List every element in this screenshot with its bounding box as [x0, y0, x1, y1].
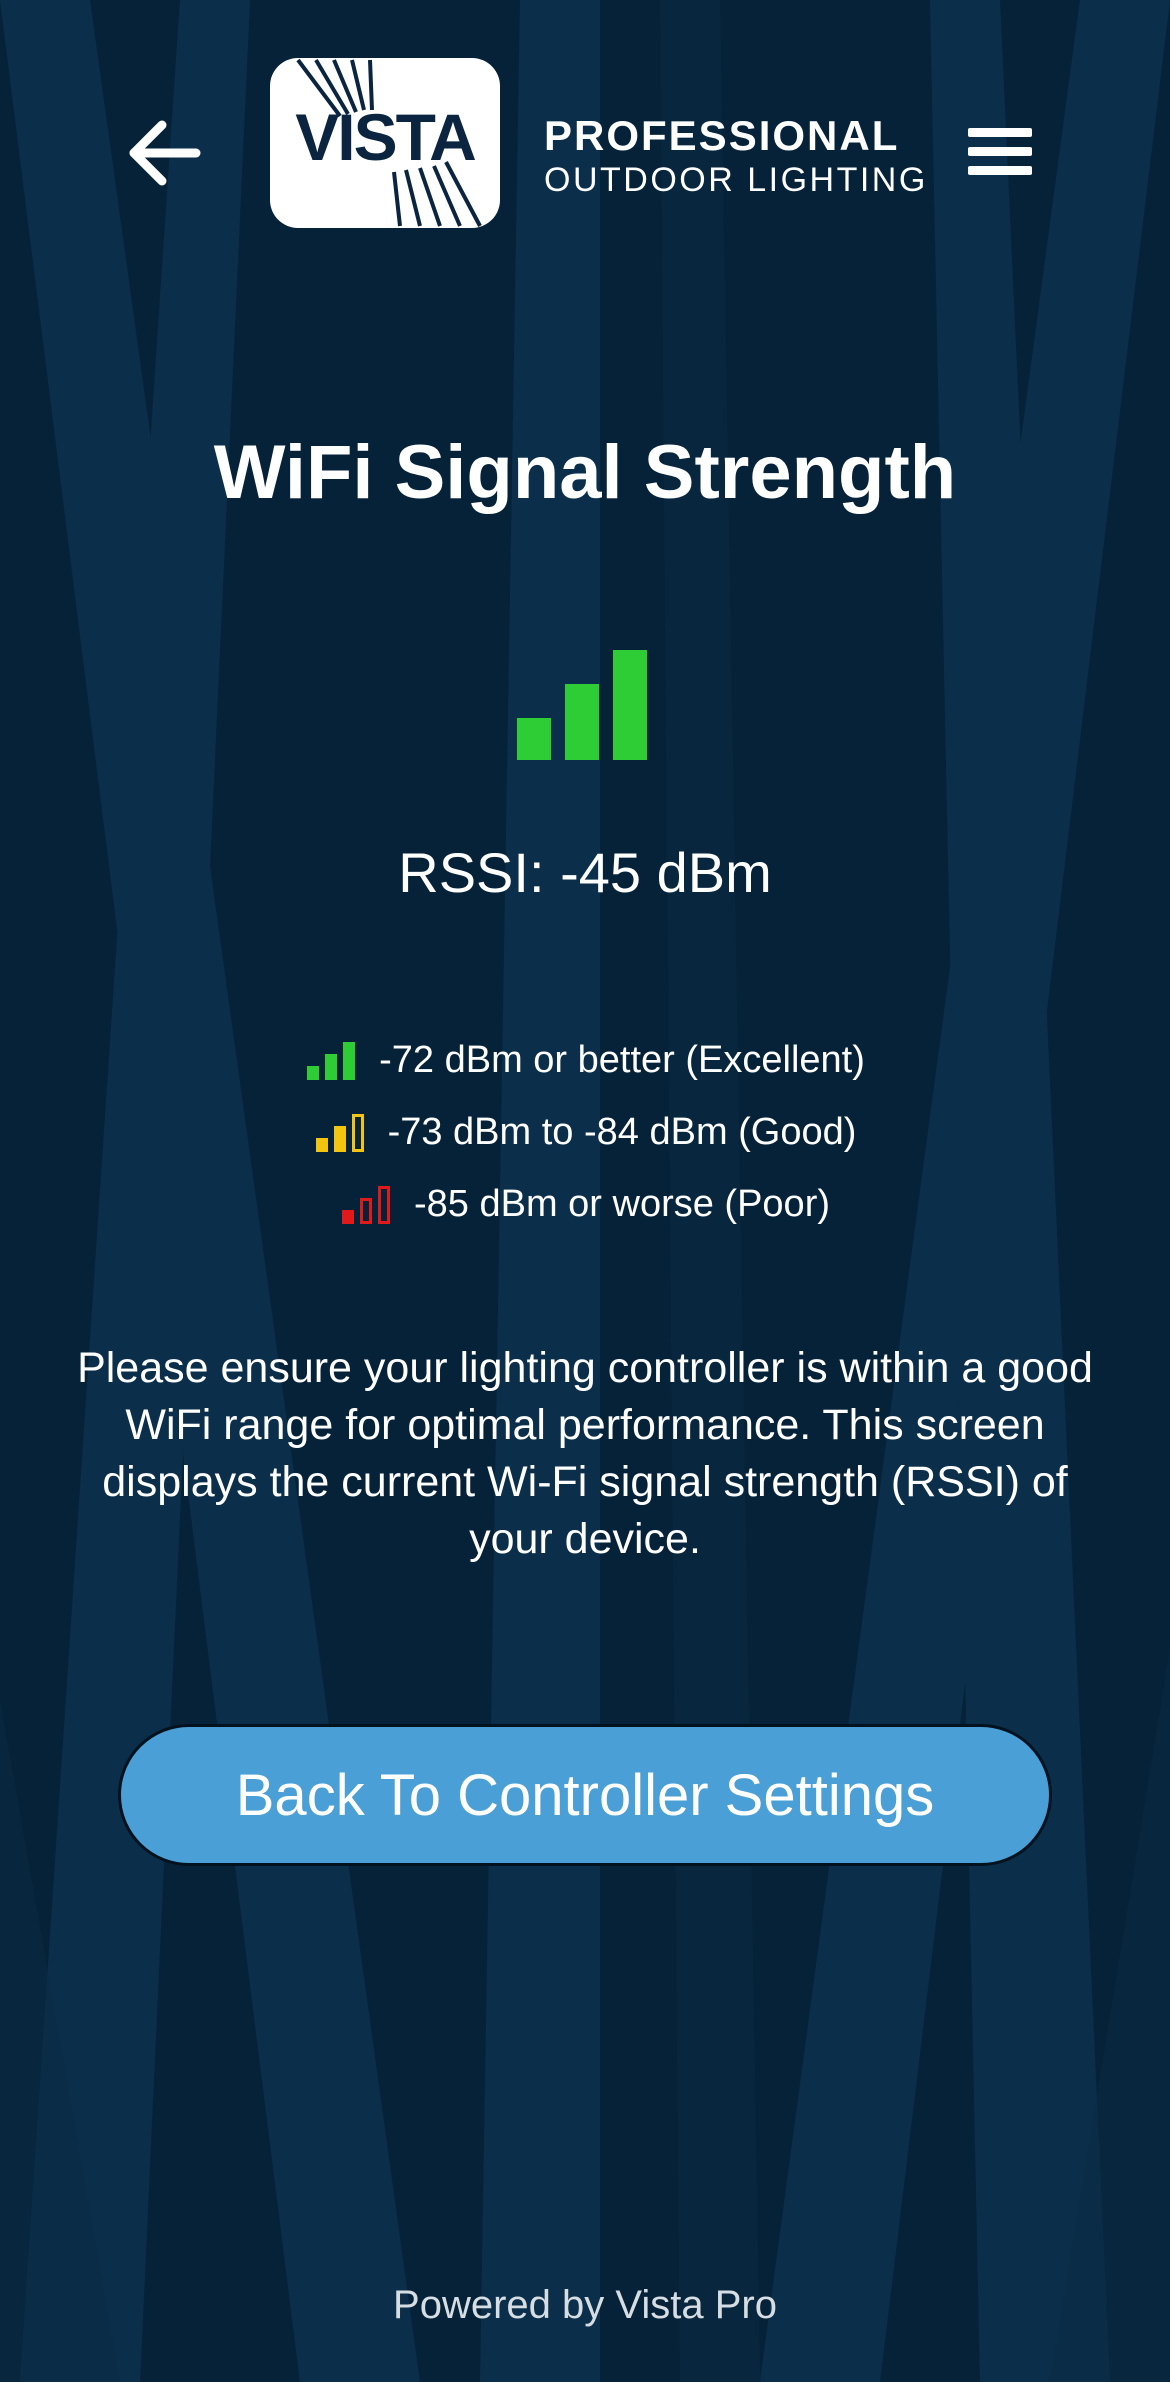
back-button[interactable]: [120, 110, 210, 200]
signal-legend: -72 dBm or better (Excellent) -73 dBm to…: [0, 1024, 1170, 1240]
brand-line-outdoor-lighting: OUTDOOR LIGHTING: [544, 161, 928, 199]
brand-name: PROFESSIONAL OUTDOOR LIGHTING: [544, 112, 928, 200]
legend-label: -72 dBm or better (Excellent): [379, 1039, 865, 1081]
page-title: WiFi Signal Strength: [213, 430, 957, 515]
description-text: Please ensure your lighting controller i…: [77, 1344, 1093, 1563]
svg-text:VISTA: VISTA: [295, 100, 475, 174]
menu-button[interactable]: [960, 118, 1044, 188]
back-to-controller-settings-button[interactable]: Back To Controller Settings: [118, 1724, 1052, 1866]
brand-line-professional: PROFESSIONAL: [544, 112, 900, 159]
app-screen: VISTA PROFESSIONAL OUTDOOR LIGHTING WiFi…: [0, 0, 1170, 2382]
legend-item-poor: -85 dBm or worse (Poor): [0, 1168, 1170, 1240]
signal-excellent-icon: [307, 1042, 356, 1080]
footer-powered-by: Powered by Vista Pro: [393, 2283, 777, 2327]
hamburger-menu-icon: [968, 128, 1032, 175]
legend-item-good: -73 dBm to -84 dBm (Good): [0, 1096, 1170, 1168]
legend-label: -85 dBm or worse (Poor): [413, 1183, 830, 1225]
signal-good-icon: [315, 1114, 364, 1152]
arrow-left-icon: [129, 120, 201, 186]
legend-item-excellent: -72 dBm or better (Excellent): [0, 1024, 1170, 1096]
legend-label: -73 dBm to -84 dBm (Good): [387, 1111, 857, 1153]
vista-logo: VISTA: [270, 58, 500, 228]
rssi-value: RSSI: -45 dBm: [398, 841, 772, 904]
signal-poor-icon: [341, 1186, 390, 1224]
signal-bars-icon: [517, 650, 647, 760]
